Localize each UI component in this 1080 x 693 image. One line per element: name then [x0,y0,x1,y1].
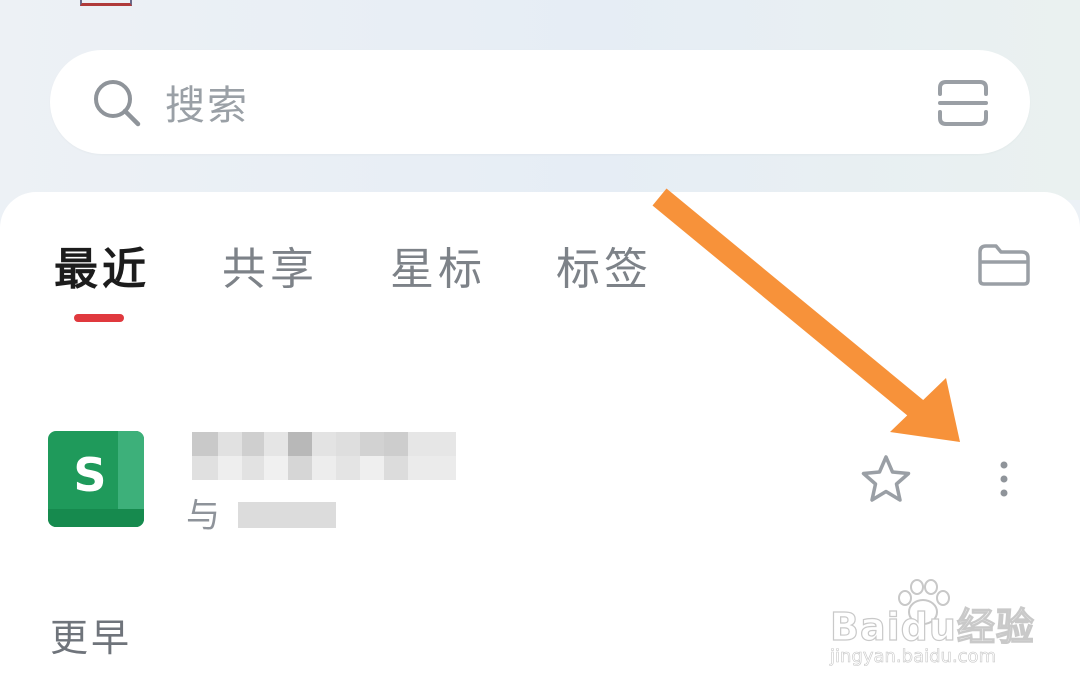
file-meta-redacted [238,502,336,528]
search-input[interactable]: 搜索 [165,80,249,132]
folder-icon[interactable] [976,242,1032,288]
watermark-brand: Baidu经验 [829,604,1035,649]
active-tab-indicator [74,314,124,322]
scan-icon[interactable] [936,78,990,128]
recent-file-row[interactable] [0,400,1080,550]
app-logo-fragment [80,0,132,6]
star-icon[interactable] [858,452,914,508]
file-meta-text: 与 [186,496,220,536]
file-name-redacted [172,410,482,480]
tab-recent[interactable]: 最近 [54,240,150,300]
tab-shared[interactable]: 共享 [222,240,318,300]
spreadsheet-file-icon: S [48,431,144,527]
search-icon[interactable] [92,78,142,128]
section-earlier-label: 更早 [50,616,133,660]
tab-starred[interactable]: 星标 [390,240,486,300]
more-vertical-icon[interactable] [990,458,1018,504]
watermark-url: jingyan.baidu.com [830,646,997,668]
file-type-letter: S [73,448,107,502]
tab-tags[interactable]: 标签 [556,240,652,300]
